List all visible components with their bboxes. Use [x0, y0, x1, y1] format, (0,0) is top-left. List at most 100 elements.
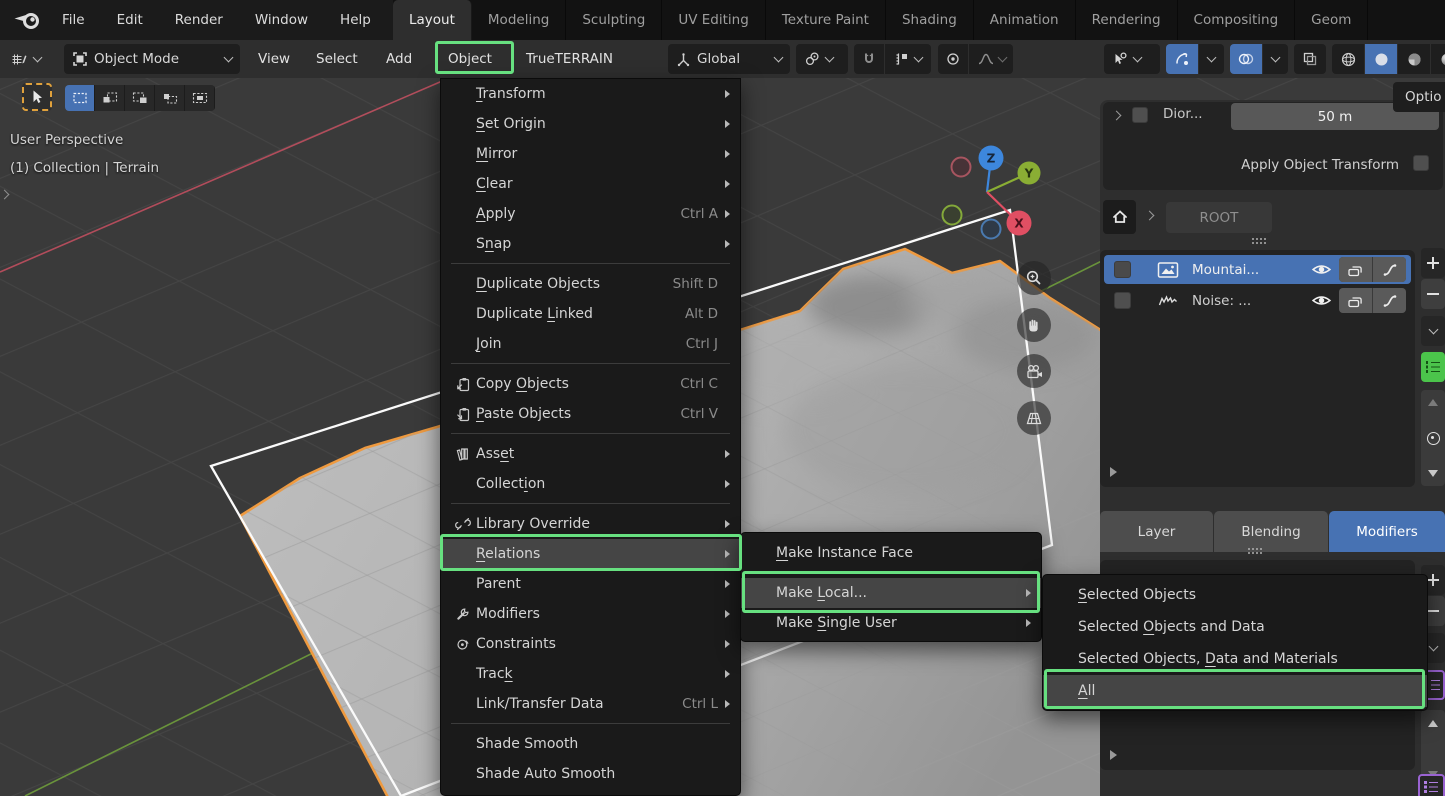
menu-item-constraints[interactable]: Constraints	[441, 629, 740, 659]
noodle-link-button[interactable]	[1373, 257, 1406, 282]
menu-item-shade-smooth[interactable]: Shade Smooth	[441, 729, 740, 759]
panel-expand-icon[interactable]	[1110, 467, 1117, 477]
workspace-tab-layout[interactable]: Layout	[393, 0, 472, 40]
pivot-point-selector[interactable]	[796, 44, 848, 74]
menu-item-apply[interactable]: ApplyCtrl A	[441, 199, 740, 229]
menu-window[interactable]: Window	[239, 0, 324, 40]
overlays-toggle[interactable]	[1230, 44, 1262, 74]
shading-material-button[interactable]	[1398, 44, 1430, 74]
select-mode-intersect-button[interactable]	[185, 85, 215, 111]
menu-item-all[interactable]: All	[1043, 675, 1427, 707]
xray-toggle[interactable]	[1294, 44, 1326, 74]
gizmo-axis-neg-x[interactable]	[952, 158, 971, 177]
show-object-types-selector[interactable]	[1104, 44, 1160, 74]
zoom-button[interactable]	[1017, 261, 1051, 295]
menu-item-asset[interactable]: Asset	[441, 439, 740, 469]
duplicate-layer-button[interactable]	[1339, 288, 1372, 313]
workspace-tab-modeling[interactable]: Modeling	[472, 0, 566, 40]
list-mode-button[interactable]	[1421, 352, 1445, 382]
gizmo-axis-neg-y[interactable]	[943, 206, 962, 225]
menu-item-join[interactable]: JoinCtrl J	[441, 329, 740, 359]
transform-orientation-selector[interactable]: Global	[668, 44, 790, 74]
menu-item-snap[interactable]: Snap	[441, 229, 740, 259]
orthographic-toggle-button[interactable]	[1017, 401, 1051, 435]
menu-item-duplicate-linked[interactable]: Duplicate LinkedAlt D	[441, 299, 740, 329]
add-layer-button[interactable]	[1421, 248, 1445, 278]
property-checkbox[interactable]	[1132, 107, 1148, 123]
apply-object-transform-checkbox[interactable]	[1413, 155, 1429, 171]
list-item[interactable]: Mountai...	[1104, 255, 1411, 284]
workspace-tab-uv-editing[interactable]: UV Editing	[662, 0, 765, 40]
list-item[interactable]: Noise: ...	[1104, 286, 1411, 315]
item-checkbox[interactable]	[1114, 292, 1131, 309]
sidebar-toggle-icon[interactable]	[1, 186, 8, 202]
menu-item-make-instance-face[interactable]: Make Instance Face	[741, 538, 1041, 568]
menu-file[interactable]: File	[46, 0, 101, 40]
select-mode-invert-button[interactable]	[155, 85, 185, 111]
workspace-tab-animation[interactable]: Animation	[974, 0, 1076, 40]
workspace-tab-rendering[interactable]: Rendering	[1076, 0, 1178, 40]
menu-add[interactable]: Add	[372, 44, 426, 74]
target-icon[interactable]	[1427, 432, 1440, 445]
menu-item-selected-objects[interactable]: Selected Objects	[1043, 579, 1427, 611]
view-navigation-gizmo[interactable]: Z Y X	[925, 130, 1055, 250]
menu-edit[interactable]: Edit	[101, 0, 159, 40]
panel-expand-icon[interactable]	[1110, 750, 1117, 760]
workspace-tab-shading[interactable]: Shading	[886, 0, 974, 40]
menu-item-mirror[interactable]: Mirror	[441, 139, 740, 169]
home-button[interactable]	[1103, 200, 1136, 234]
dropdown-chevron-button[interactable]	[1421, 316, 1445, 346]
workspace-tab-compositing[interactable]: Compositing	[1178, 0, 1296, 40]
workspace-tab-geometry-nodes[interactable]: Geom	[1295, 0, 1368, 40]
move-up-icon[interactable]	[1428, 399, 1438, 406]
menu-render[interactable]: Render	[159, 0, 239, 40]
eye-icon[interactable]	[1311, 262, 1332, 277]
overlays-dropdown[interactable]	[1263, 44, 1288, 74]
menu-item-paste-objects[interactable]: Paste ObjectsCtrl V	[441, 399, 740, 429]
menu-item-make-local[interactable]: Make Local...	[741, 578, 1041, 608]
gizmos-dropdown[interactable]	[1199, 44, 1224, 74]
breadcrumb-root-button[interactable]: ROOT	[1166, 202, 1272, 233]
menu-item-duplicate-objects[interactable]: Duplicate ObjectsShift D	[441, 269, 740, 299]
tab-layer[interactable]: Layer	[1100, 511, 1213, 552]
menu-select[interactable]: Select	[302, 44, 372, 74]
menu-item-copy-objects[interactable]: Copy ObjectsCtrl C	[441, 369, 740, 399]
move-up-icon[interactable]	[1428, 720, 1438, 727]
pan-button[interactable]	[1017, 308, 1051, 342]
workspace-tab-texture-paint[interactable]: Texture Paint	[766, 0, 886, 40]
menu-item-collection[interactable]: Collection	[441, 469, 740, 499]
mode-selector[interactable]: Object Mode	[64, 44, 240, 74]
menu-item-selected-objects-data-materials[interactable]: Selected Objects, Data and Materials	[1043, 643, 1427, 675]
menu-item-library-override[interactable]: Library Override	[441, 509, 740, 539]
tab-modifiers[interactable]: Modifiers	[1329, 511, 1445, 552]
menu-item-make-single-user[interactable]: Make Single User	[741, 608, 1041, 638]
tool-options-button[interactable]: Optio	[1393, 82, 1445, 112]
select-mode-extend-button[interactable]	[95, 85, 125, 111]
editor-type-button[interactable]	[10, 44, 41, 74]
expand-caret-icon[interactable]	[1112, 111, 1122, 121]
menu-item-clear[interactable]: Clear	[441, 169, 740, 199]
remove-layer-button[interactable]	[1421, 279, 1445, 309]
gizmos-toggle[interactable]	[1166, 44, 1198, 74]
menu-help[interactable]: Help	[324, 0, 387, 40]
move-down-icon[interactable]	[1428, 470, 1438, 477]
menu-item-link-transfer-data[interactable]: Link/Transfer DataCtrl L	[441, 689, 740, 719]
shading-rendered-button[interactable]	[1431, 44, 1445, 74]
snap-target-selector[interactable]	[885, 44, 931, 74]
menu-item-transform[interactable]: Transform	[441, 79, 740, 109]
menu-item-set-origin[interactable]: Set Origin	[441, 109, 740, 139]
list-mode-purple-button[interactable]	[1418, 774, 1445, 796]
menu-object[interactable]: Object	[434, 44, 506, 74]
tweak-select-tool-button[interactable]	[22, 83, 52, 111]
proportional-falloff-selector[interactable]	[969, 44, 1013, 74]
camera-view-button[interactable]	[1017, 354, 1051, 388]
menu-item-parent[interactable]: Parent	[441, 569, 740, 599]
duplicate-layer-button[interactable]	[1339, 257, 1372, 282]
shading-solid-button[interactable]	[1365, 44, 1397, 74]
snap-toggle-button[interactable]	[854, 44, 884, 74]
menu-item-selected-objects-and-data[interactable]: Selected Objects and Data	[1043, 611, 1427, 643]
menu-trueterrain[interactable]: TrueTERRAIN	[512, 44, 627, 74]
menu-item-relations[interactable]: Relations	[441, 539, 740, 569]
item-checkbox[interactable]	[1114, 261, 1131, 278]
proportional-editing-toggle[interactable]	[938, 44, 968, 74]
